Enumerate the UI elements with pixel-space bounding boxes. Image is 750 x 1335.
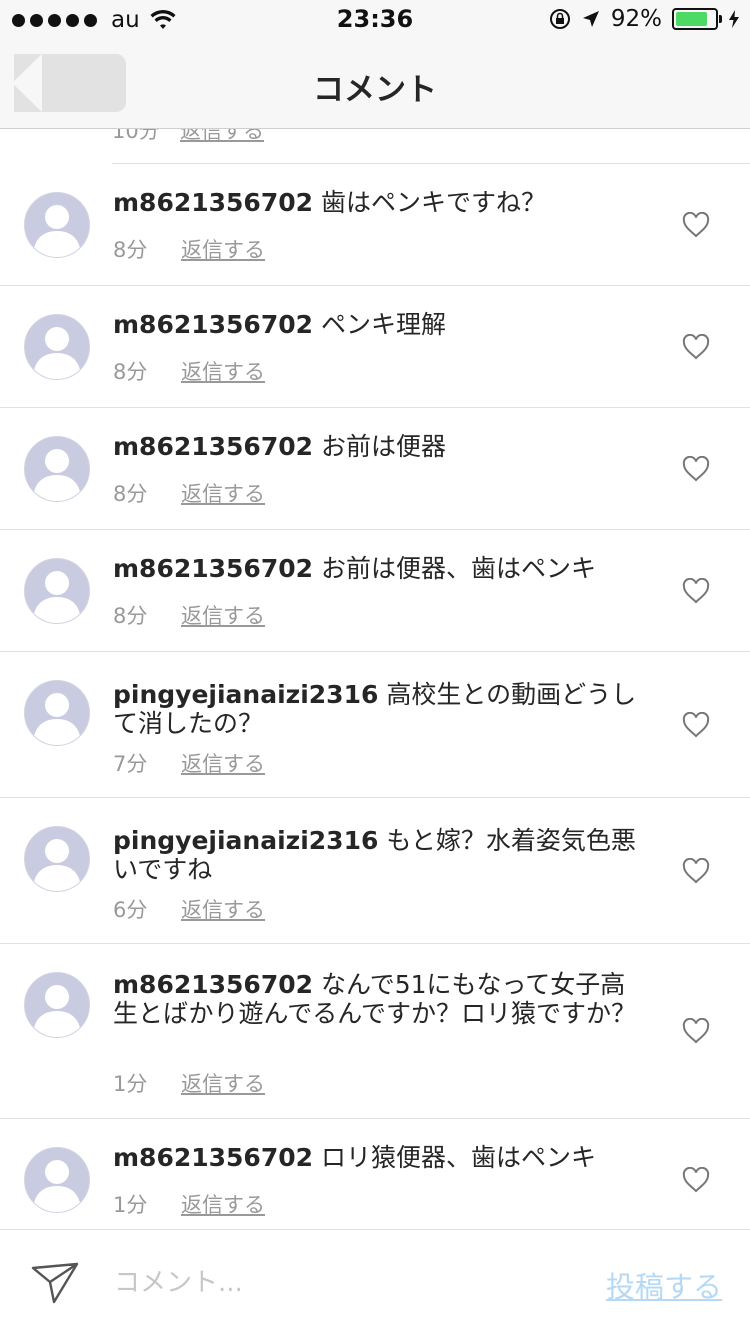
rotation-lock-icon xyxy=(549,9,570,29)
comment-meta: 6分 返信する xyxy=(113,894,265,924)
comment-input[interactable] xyxy=(112,1262,556,1304)
comment-time: 8分 xyxy=(113,360,148,384)
list-item-partial: 10分 返信する xyxy=(112,129,750,164)
comment-time: 8分 xyxy=(113,238,148,262)
comment-text: m8621356702 ペンキ理解 xyxy=(113,310,643,339)
comment-message: ペンキ理解 xyxy=(320,310,446,339)
avatar[interactable] xyxy=(24,436,90,502)
comment-body: m8621356702 お前は便器、歯はペンキ xyxy=(113,554,643,583)
comment-time: 7分 xyxy=(113,752,148,776)
list-item: m8621356702 ロリ猿便器、歯はペンキ 1分 返信する xyxy=(0,1119,750,1229)
reply-link[interactable]: 返信する xyxy=(181,1068,265,1098)
heart-icon[interactable] xyxy=(682,577,710,604)
battery-percent: 92% xyxy=(610,6,662,32)
list-item: m8621356702 お前は便器、歯はペンキ 8分 返信する xyxy=(0,530,750,652)
reply-link[interactable]: 返信する xyxy=(181,600,265,630)
heart-icon[interactable] xyxy=(682,1017,710,1044)
avatar[interactable] xyxy=(24,972,90,1038)
comment-message: お前は便器、歯はペンキ xyxy=(320,554,596,583)
comment-body: pingyejianaizi2316 高校生との動画どうして消したの？ xyxy=(113,680,643,738)
comment-text: pingyejianaizi2316 もと嫁？水着姿気色悪いですね xyxy=(113,826,643,884)
comment-body: m8621356702 ロリ猿便器、歯はペンキ xyxy=(113,1143,643,1172)
comment-username[interactable]: m8621356702 xyxy=(113,1143,313,1172)
list-item: m8621356702 ペンキ理解 8分 返信する xyxy=(0,286,750,408)
comment-meta: 8分 返信する xyxy=(113,356,265,386)
list-item: m8621356702 歯はペンキですね？ 8分 返信する xyxy=(0,164,750,286)
heart-icon[interactable] xyxy=(682,1166,710,1193)
comment-composer: 投稿する xyxy=(0,1229,750,1335)
comment-message: お前は便器 xyxy=(320,432,446,461)
comment-time: 8分 xyxy=(113,604,148,628)
heart-icon[interactable] xyxy=(682,857,710,884)
comment-text: m8621356702 お前は便器 xyxy=(113,432,643,461)
comment-time: 8分 xyxy=(113,482,148,506)
location-arrow-icon xyxy=(582,11,599,27)
battery-fill xyxy=(676,12,707,26)
comment-message: 歯はペンキですね？ xyxy=(320,188,546,217)
reply-link[interactable]: 返信する xyxy=(181,356,265,386)
comment-time: 1分 xyxy=(113,1072,148,1096)
list-item: m8621356702 お前は便器 8分 返信する xyxy=(0,408,750,530)
reply-link[interactable]: 返信する xyxy=(181,894,265,924)
avatar[interactable] xyxy=(24,558,90,624)
reply-link[interactable]: 返信する xyxy=(181,234,265,264)
post-button[interactable]: 投稿する xyxy=(606,1264,722,1306)
navigation-bar: コメント xyxy=(0,40,750,129)
comment-meta: 8分 返信する xyxy=(113,234,265,264)
comment-text: m8621356702 ロリ猿便器、歯はペンキ xyxy=(113,1143,643,1172)
comment-body: m8621356702 ペンキ理解 xyxy=(113,310,643,339)
comment-meta: 8分 返信する xyxy=(113,600,265,630)
avatar[interactable] xyxy=(24,680,90,746)
battery-icon xyxy=(672,8,722,30)
reply-link[interactable]: 返信する xyxy=(181,1189,265,1219)
comment-body: m8621356702 なんで51にもなって女子高生とばかり遊んでるんですか？ロ… xyxy=(113,970,643,1028)
comment-meta: 7分 返信する xyxy=(113,748,265,778)
comment-username[interactable]: m8621356702 xyxy=(113,188,313,217)
avatar[interactable] xyxy=(24,192,90,258)
charging-bolt-icon xyxy=(729,10,739,28)
reply-link[interactable]: 返信する xyxy=(181,478,265,508)
comment-username[interactable]: m8621356702 xyxy=(113,310,313,339)
comment-time: 1分 xyxy=(113,1193,148,1217)
comment-meta: 10分 返信する xyxy=(112,129,264,145)
comment-text: m8621356702 なんで51にもなって女子高生とばかり遊んでるんですか？ロ… xyxy=(113,970,643,1028)
reply-link[interactable]: 返信する xyxy=(181,748,265,778)
comment-body: pingyejianaizi2316 もと嫁？水着姿気色悪いですね xyxy=(113,826,643,884)
status-right: 92% xyxy=(549,6,740,32)
reply-link[interactable]: 返信する xyxy=(180,129,264,145)
comment-body: m8621356702 歯はペンキですね？ xyxy=(113,188,643,217)
comment-username[interactable]: m8621356702 xyxy=(113,432,313,461)
comment-text: m8621356702 歯はペンキですね？ xyxy=(113,188,643,217)
comment-time: 6分 xyxy=(113,898,148,922)
avatar[interactable] xyxy=(24,314,90,380)
comment-username[interactable]: m8621356702 xyxy=(113,970,313,999)
status-bar: au 23:36 92% xyxy=(0,0,750,40)
page-title: コメント xyxy=(313,72,437,108)
comment-body: m8621356702 お前は便器 xyxy=(113,432,643,461)
list-item: pingyejianaizi2316 もと嫁？水着姿気色悪いですね 6分 返信する xyxy=(0,798,750,944)
list-item: pingyejianaizi2316 高校生との動画どうして消したの？ 7分 返信す… xyxy=(0,652,750,798)
list-item: m8621356702 なんで51にもなって女子高生とばかり遊んでるんですか？ロ… xyxy=(0,944,750,1119)
avatar[interactable] xyxy=(24,826,90,892)
send-icon[interactable] xyxy=(30,1260,80,1306)
comment-meta: 1分 返信する xyxy=(113,1068,265,1098)
comment-username[interactable]: m8621356702 xyxy=(113,554,313,583)
heart-icon[interactable] xyxy=(682,333,710,360)
comment-meta: 8分 返信する xyxy=(113,478,265,508)
heart-icon[interactable] xyxy=(682,211,710,238)
comment-text: pingyejianaizi2316 高校生との動画どうして消したの？ xyxy=(113,680,643,738)
avatar[interactable] xyxy=(24,1147,90,1213)
comment-text: m8621356702 お前は便器、歯はペンキ xyxy=(113,554,643,583)
comment-username[interactable]: pingyejianaizi2316 xyxy=(113,680,378,709)
comment-list[interactable]: 10分 返信する m8621356702 歯はペンキですね？ 8分 返信する m862… xyxy=(0,129,750,1229)
heart-icon[interactable] xyxy=(682,711,710,738)
comment-meta: 1分 返信する xyxy=(113,1189,265,1219)
comment-time: 10分 xyxy=(112,129,160,143)
heart-icon[interactable] xyxy=(682,455,710,482)
comment-message: ロリ猿便器、歯はペンキ xyxy=(320,1143,596,1172)
comment-username[interactable]: pingyejianaizi2316 xyxy=(113,826,378,855)
